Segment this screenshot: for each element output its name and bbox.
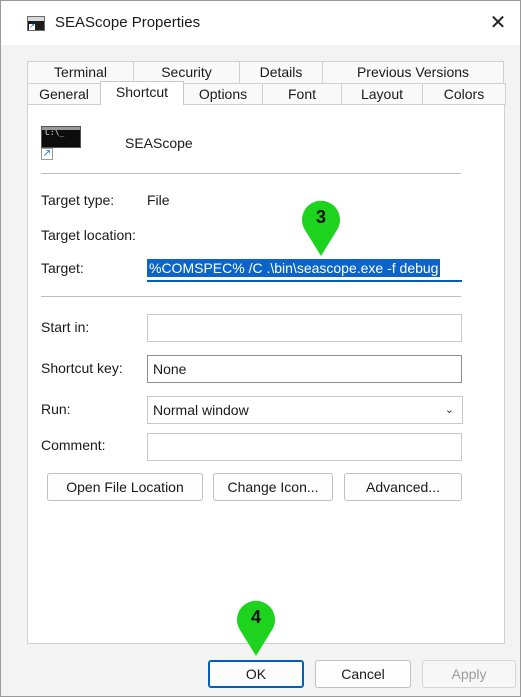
shortcut-icon: C:\_ ↗ (41, 126, 81, 160)
shortcut-name: SEAScope (125, 135, 193, 151)
tab-terminal[interactable]: Terminal (27, 61, 134, 83)
tab-security[interactable]: Security (133, 61, 240, 83)
close-icon[interactable]: ✕ (480, 7, 516, 39)
tab-previous-versions[interactable]: Previous Versions (322, 61, 504, 83)
step-3-marker: 3 (301, 199, 341, 256)
shortcut-key-label: Shortcut key: (41, 360, 123, 376)
run-selected-value: Normal window (153, 402, 249, 418)
properties-dialog: ↗ SEAScope Properties ✕ Terminal Securit… (0, 0, 521, 697)
tab-font[interactable]: Font (262, 83, 342, 105)
change-icon-button[interactable]: Change Icon... (213, 473, 333, 501)
tab-details[interactable]: Details (239, 61, 323, 83)
chevron-down-icon: ⌄ (444, 404, 454, 416)
target-selected-text: %COMSPEC% /C .\bin\seascope.exe -f debug (147, 259, 441, 277)
step-3-label: 3 (315, 207, 326, 227)
step-4-marker: 4 (236, 599, 276, 656)
tab-layout[interactable]: Layout (341, 83, 423, 105)
target-type-value: File (147, 192, 170, 208)
tab-row-back: Terminal Security Details Previous Versi… (27, 61, 504, 83)
run-select[interactable]: Normal window ⌄ (147, 396, 463, 424)
tab-shortcut[interactable]: Shortcut (100, 81, 184, 105)
cancel-button[interactable]: Cancel (315, 660, 411, 688)
advanced-button[interactable]: Advanced... (344, 473, 462, 501)
divider (41, 173, 461, 174)
start-in-input[interactable] (147, 314, 462, 342)
title-bar: ↗ SEAScope Properties ✕ (1, 1, 520, 45)
shortcut-key-input[interactable]: None (147, 355, 462, 383)
tab-row-front: General Shortcut Options Font Layout Col… (27, 81, 506, 105)
tab-options[interactable]: Options (183, 83, 263, 105)
target-location-label: Target location: (41, 227, 136, 243)
console-screen-icon: C:\_ (41, 126, 81, 148)
window-title: SEAScope Properties (55, 14, 201, 31)
divider (41, 296, 461, 297)
run-label: Run: (41, 401, 71, 417)
shortcut-arrow-icon: ↗ (41, 148, 53, 160)
tab-general[interactable]: General (27, 83, 101, 105)
ok-button[interactable]: OK (208, 660, 304, 688)
tab-colors[interactable]: Colors (422, 83, 506, 105)
step-4-label: 4 (250, 607, 261, 627)
console-app-icon: ↗ (27, 16, 45, 31)
open-file-location-button[interactable]: Open File Location (47, 473, 203, 501)
target-type-label: Target type: (41, 192, 115, 208)
start-in-label: Start in: (41, 319, 90, 335)
apply-button[interactable]: Apply (422, 660, 516, 688)
target-label: Target: (41, 260, 84, 276)
target-input[interactable]: %COMSPEC% /C .\bin\seascope.exe -f debug (147, 256, 462, 282)
comment-input[interactable] (147, 433, 462, 461)
comment-label: Comment: (41, 437, 106, 453)
